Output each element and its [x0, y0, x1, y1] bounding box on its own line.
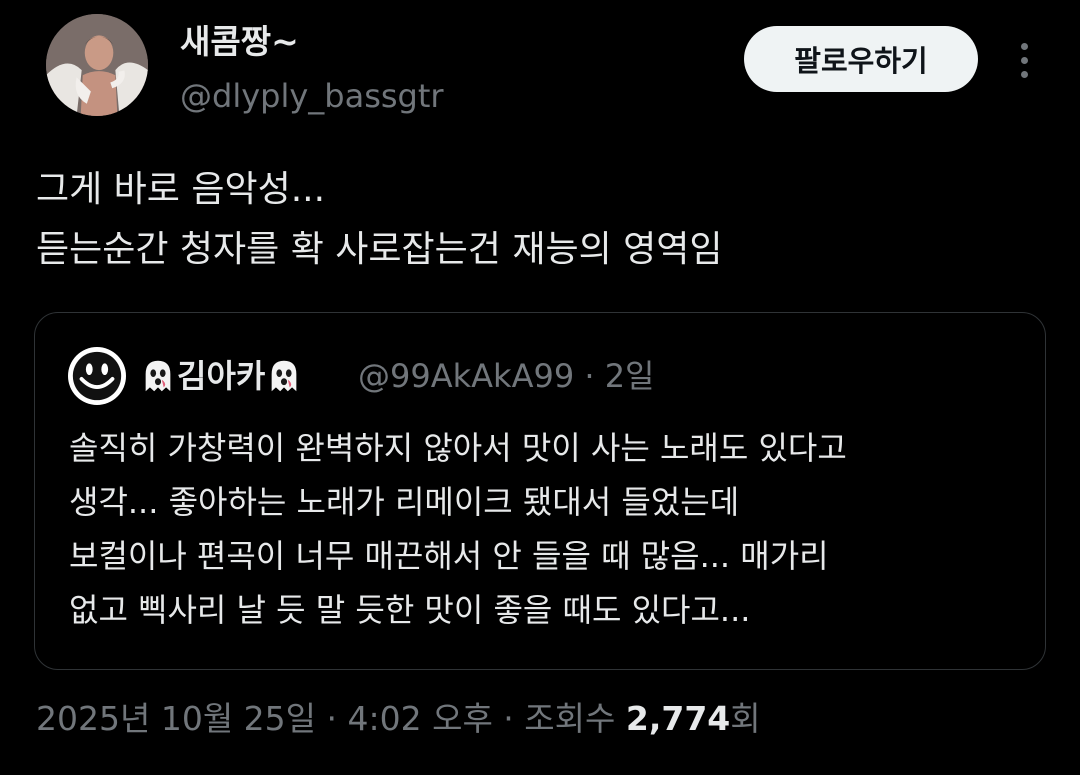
- follow-button[interactable]: 팔로우하기: [744, 26, 978, 92]
- quoted-author-handle[interactable]: @99AkAkA99: [358, 357, 574, 395]
- smiley-icon: [68, 347, 126, 405]
- tweet-text-line: 듣는순간 청자를 확 사로잡는건 재능의 영역임: [36, 229, 723, 270]
- quoted-tweet-text: 솔직히 가창력이 완벽하지 않아서 맛이 사는 노래도 있다고 생각... 좋아…: [69, 421, 1029, 637]
- tweet-timestamp[interactable]: 2025년 10월 25일 · 4:02 오후 ·: [36, 699, 514, 738]
- more-options-icon[interactable]: [1008, 38, 1040, 82]
- meta-separator: ·: [584, 357, 595, 395]
- author-handle[interactable]: @dlyply_bassgtr: [180, 76, 444, 116]
- quoted-text-line: 없고 삑사리 날 듯 말 듯한 맛이 좋을 때도 있다고...: [69, 591, 751, 629]
- tweet: 새콤짱~ @dlyply_bassgtr 팔로우하기 그게 바로 음악성... …: [0, 0, 1080, 775]
- quoted-author-name[interactable]: 김아카: [139, 354, 303, 398]
- more-dot: [1020, 70, 1028, 78]
- author-avatar[interactable]: [46, 14, 148, 116]
- ghost-icon: [139, 357, 177, 395]
- quoted-author-name-text: 김아카: [177, 357, 266, 395]
- quoted-author-avatar[interactable]: [68, 347, 126, 405]
- quoted-text-line: 솔직히 가창력이 완벽하지 않아서 맛이 사는 노래도 있다고: [69, 429, 847, 467]
- quoted-tweet-time[interactable]: 2일: [605, 357, 655, 395]
- ghost-icon: [265, 357, 303, 395]
- views-suffix: 회: [730, 699, 761, 738]
- quoted-tweet-meta: @99AkAkA99 · 2일: [358, 354, 655, 398]
- views-count: 2,774: [625, 699, 731, 738]
- quoted-text-line: 생각... 좋아하는 노래가 리메이크 됐대서 들었는데: [69, 483, 740, 521]
- quoted-text-line: 보컬이나 편곡이 너무 매끈해서 안 들을 때 많음... 매가리: [69, 537, 829, 575]
- more-dot: [1020, 56, 1028, 64]
- quoted-tweet-card[interactable]: 김아카 @99AkAkA99 · 2일 솔직히 가창력이 완벽하지 않아서 맛이…: [34, 312, 1046, 670]
- views-label: 조회수: [524, 699, 616, 738]
- tweet-text: 그게 바로 음악성... 듣는순간 청자를 확 사로잡는건 재능의 영역임: [36, 160, 1046, 280]
- author-display-name[interactable]: 새콤짱~: [180, 22, 299, 62]
- more-dot: [1020, 42, 1028, 50]
- tweet-meta: 2025년 10월 25일 · 4:02 오후 · 조회수 2,774회: [36, 694, 761, 744]
- tweet-text-line: 그게 바로 음악성...: [36, 169, 326, 210]
- avatar-photo: [46, 14, 148, 116]
